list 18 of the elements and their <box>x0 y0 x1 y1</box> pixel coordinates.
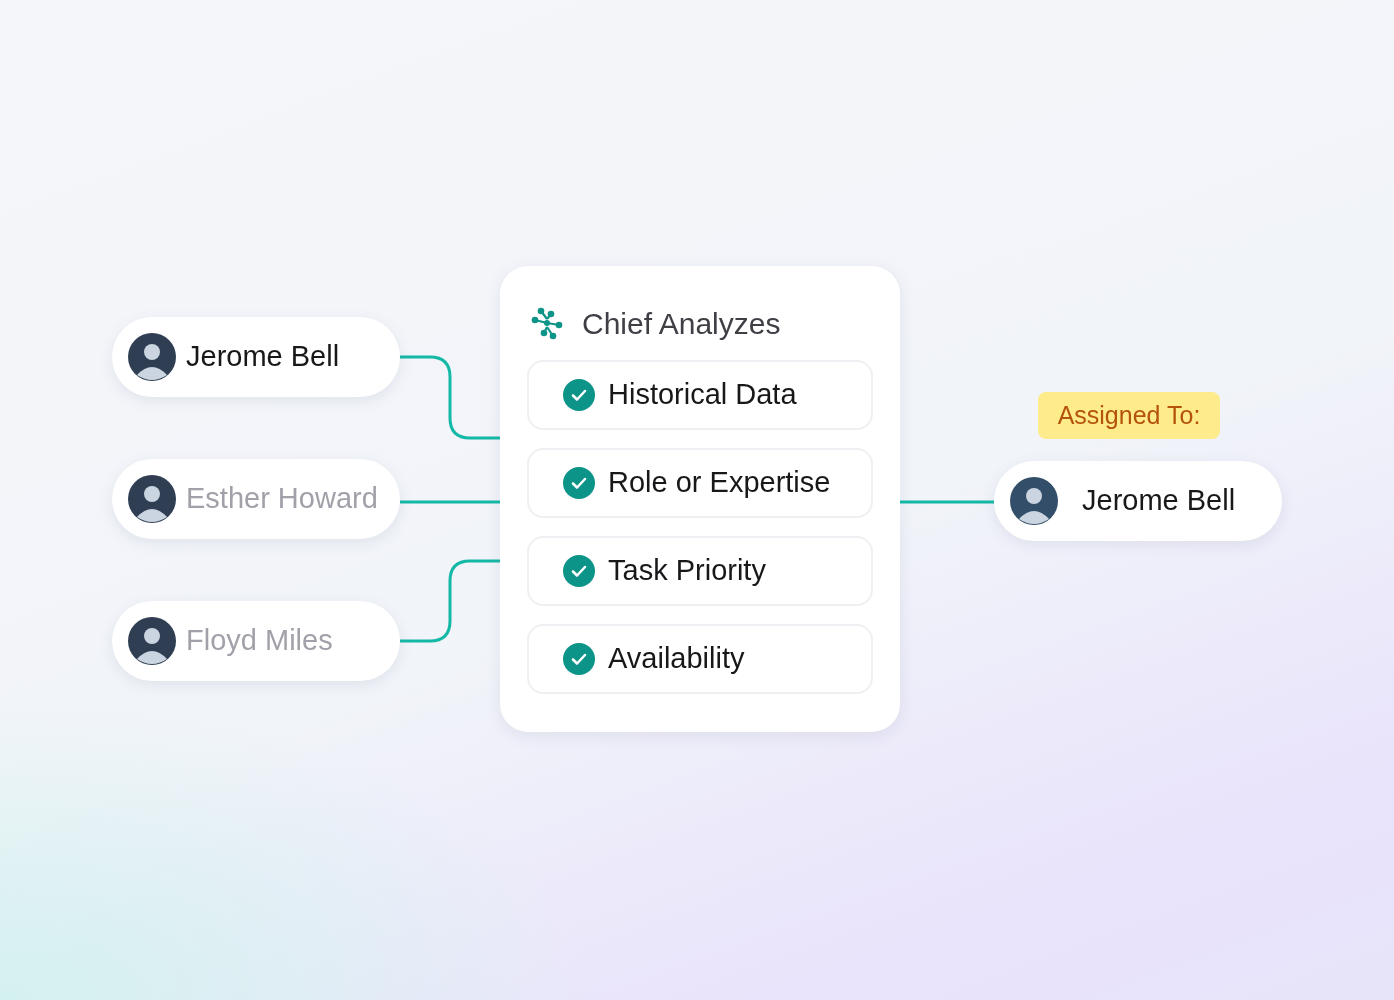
card-title: Chief Analyzes <box>582 305 781 342</box>
person-pill[interactable]: Floyd Miles <box>112 601 400 681</box>
person-pill[interactable]: Esther Howard <box>112 459 400 539</box>
avatar-icon <box>128 333 176 381</box>
assignee-name: Jerome Bell <box>1082 483 1236 519</box>
assigned-badge: Assigned To: <box>1038 392 1220 439</box>
avatar-icon <box>128 617 176 665</box>
criterion-label: Availability <box>608 641 745 677</box>
person-name: Floyd Miles <box>186 623 333 659</box>
person-pill[interactable]: Jerome Bell <box>112 317 400 397</box>
avatar-icon <box>1010 477 1058 525</box>
criterion-label: Historical Data <box>608 377 797 413</box>
criterion-label: Task Priority <box>608 553 766 589</box>
avatar-icon <box>128 475 176 523</box>
person-name: Jerome Bell <box>186 339 340 375</box>
logo-icon <box>530 306 564 340</box>
criterion-label: Role or Expertise <box>608 465 831 501</box>
person-name: Esther Howard <box>186 481 378 517</box>
